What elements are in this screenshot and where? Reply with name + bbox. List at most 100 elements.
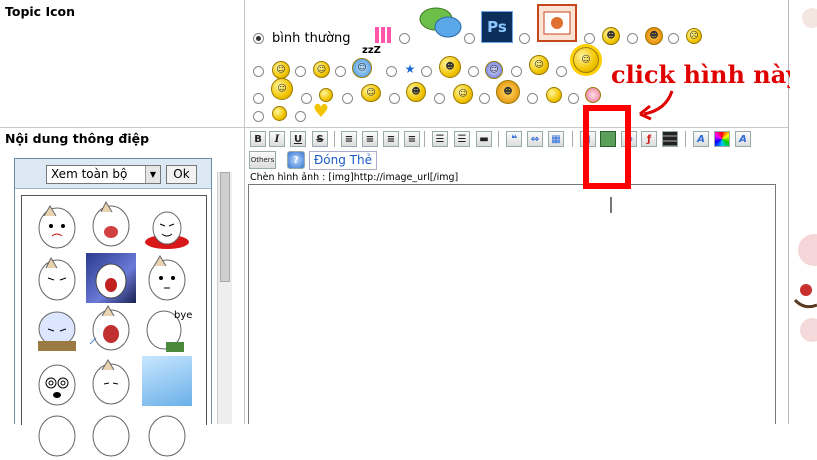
topic-radio-7[interactable] <box>253 66 264 77</box>
sticker-rays[interactable] <box>142 356 192 406</box>
sticker-row5-a[interactable] <box>32 410 82 460</box>
chevron-down-icon: ▼ <box>145 166 160 183</box>
font-face-icon[interactable]: A <box>693 131 709 147</box>
sticker-thinking[interactable] <box>142 254 192 304</box>
unordered-list-icon[interactable]: ☰ <box>454 131 470 147</box>
topic-radio-14[interactable] <box>556 66 567 77</box>
close-tags-button[interactable]: Đóng Thẻ <box>309 151 377 170</box>
devil-smiley-icon: ☻ <box>645 27 663 45</box>
chat-bubbles-icon <box>418 5 462 41</box>
strike-button[interactable]: S <box>312 131 328 147</box>
mini-smiley-icon <box>319 88 333 102</box>
quote-icon[interactable]: ❝ <box>506 131 522 147</box>
sticker-screaming[interactable] <box>86 304 136 354</box>
sticker-row5-c[interactable] <box>142 410 192 460</box>
horizontal-rule-icon[interactable]: ▬ <box>476 131 492 147</box>
topic-radio-23[interactable] <box>253 111 264 122</box>
sticker-scrollbar[interactable] <box>217 172 232 424</box>
align-justify-icon[interactable]: ≡ <box>404 131 420 147</box>
sticker-row5-b[interactable] <box>86 410 136 460</box>
pointing-smiley-icon: ☺ <box>361 84 381 102</box>
others-button[interactable]: Others <box>249 151 276 169</box>
view-select-value: Xem toàn bộ <box>51 167 128 181</box>
topic-radio-8[interactable] <box>295 66 306 77</box>
topic-radio-11[interactable] <box>421 66 432 77</box>
view-select[interactable]: Xem toàn bộ ▼ <box>46 165 161 184</box>
video-icon[interactable] <box>662 131 678 147</box>
image-hint-text: Chèn hình ảnh : [img]http://image_url[/i… <box>250 172 459 183</box>
sticker-gallery: bye <box>21 195 207 457</box>
sun-smiley-icon: ☺ <box>573 47 599 73</box>
topic-radio-17[interactable] <box>342 93 353 104</box>
ok-button[interactable]: Ok <box>166 165 197 184</box>
text-cursor <box>610 197 612 213</box>
topic-radio-normal[interactable] <box>253 33 264 44</box>
sticker-scrollbar-thumb[interactable] <box>220 172 230 282</box>
topic-radio-1[interactable] <box>399 33 410 44</box>
sticker-dizzy[interactable] <box>32 359 82 409</box>
table-icon[interactable]: ▦ <box>548 131 564 147</box>
highlight-box <box>583 105 631 189</box>
toolbar-separator <box>424 131 425 147</box>
topic-radio-6[interactable] <box>668 33 679 44</box>
decorative-flower-image <box>790 0 817 424</box>
topic-radio-22[interactable] <box>568 93 579 104</box>
topic-radio-18[interactable] <box>389 93 400 104</box>
ordered-list-icon[interactable]: ☰ <box>432 131 448 147</box>
sticker-crying[interactable] <box>32 202 82 252</box>
topic-radio-2[interactable] <box>464 33 475 44</box>
topic-radio-16[interactable] <box>301 93 312 104</box>
toolbar-separator <box>498 131 499 147</box>
powerpoint-icon <box>537 4 577 42</box>
pink-face-icon <box>585 87 601 103</box>
sticker-laughing[interactable] <box>86 200 136 250</box>
reading-smiley-icon: ☺ <box>271 78 293 100</box>
flash-icon[interactable]: ƒ <box>641 131 657 147</box>
topic-radio-19[interactable] <box>434 93 445 104</box>
sleep-zz-text: zzZ <box>362 45 381 56</box>
star-icon: ★ <box>404 62 416 76</box>
topic-radio-3[interactable] <box>519 33 530 44</box>
topic-radio-5[interactable] <box>627 33 638 44</box>
topic-radio-9[interactable] <box>335 66 346 77</box>
topic-radio-13[interactable] <box>511 66 522 77</box>
topic-radio-10[interactable] <box>386 66 397 77</box>
row-divider <box>0 127 789 128</box>
underline-button[interactable]: U <box>290 131 306 147</box>
wink-smiley-icon: ☺ <box>313 61 330 78</box>
topic-radio-24[interactable] <box>295 111 306 122</box>
topic-icon-label: Topic Icon <box>5 4 75 19</box>
align-center-icon[interactable]: ≡ <box>362 131 378 147</box>
topic-radio-21[interactable] <box>527 93 538 104</box>
topic-normal-label: bình thường <box>272 31 351 46</box>
topic-radio-20[interactable] <box>479 93 490 104</box>
sticker-reading[interactable] <box>32 307 82 357</box>
font-size-icon[interactable]: A <box>735 131 751 147</box>
italic-button[interactable]: I <box>269 131 285 147</box>
align-left-icon[interactable]: ≡ <box>341 131 357 147</box>
grin-smiley-icon: ☻ <box>602 27 620 45</box>
topic-radio-12[interactable] <box>468 66 479 77</box>
sticker-bye[interactable]: bye <box>142 304 192 354</box>
glasses-smiley-icon: ☻ <box>439 56 461 78</box>
sticker-shocked[interactable] <box>86 253 136 303</box>
sticker-angry-red[interactable] <box>142 202 192 252</box>
annotation-text: click hình này <box>611 60 801 89</box>
sticker-pouting[interactable] <box>86 358 136 408</box>
sticker-shy[interactable] <box>32 254 82 304</box>
topic-radio-4[interactable] <box>584 33 595 44</box>
pink-grid-icon <box>375 27 391 43</box>
align-right-icon[interactable]: ≡ <box>383 131 399 147</box>
topic-radio-15[interactable] <box>253 93 264 104</box>
message-textarea[interactable] <box>248 184 776 424</box>
code-icon[interactable]: ⇔ <box>527 131 543 147</box>
confused-smiley-icon: ☺ <box>485 61 503 79</box>
sick-smiley-icon: ☺ <box>453 84 473 104</box>
help-icon[interactable]: ? <box>287 151 305 169</box>
thumbs-smiley-icon: ☺ <box>529 55 549 75</box>
heart-smiley-icon: ♥ <box>312 101 330 122</box>
color-palette-icon[interactable] <box>714 131 730 147</box>
bold-button[interactable]: B <box>250 131 266 147</box>
big-smile-icon <box>546 87 562 103</box>
sleepy-smiley-icon: ☺ <box>352 58 372 78</box>
